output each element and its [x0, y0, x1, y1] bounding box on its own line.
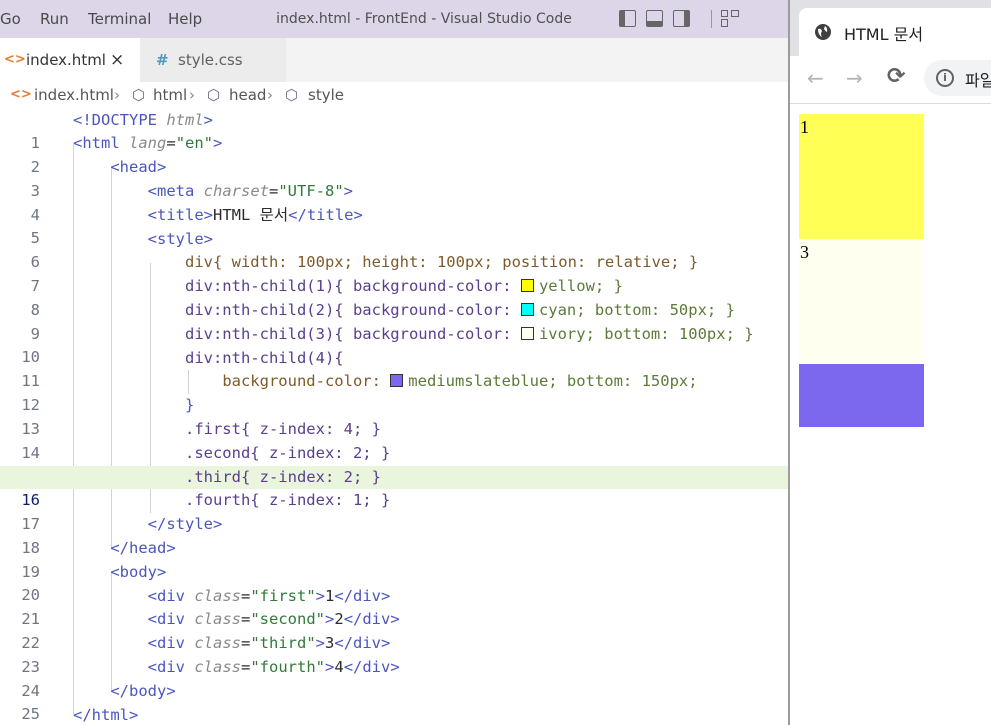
code-editor[interactable]: 1 <!DOCTYPE html> 2 <html lang="en"> 3 <… — [0, 108, 788, 725]
div-fourth-box — [799, 364, 924, 427]
editor-tab-bar: <> index.html × # style.css — [0, 38, 788, 82]
info-icon[interactable]: i — [936, 69, 954, 87]
address-bar[interactable]: i 파일 — [924, 60, 991, 96]
code-line: 14 .first{ z-index: 4; } — [21, 419, 381, 462]
close-icon[interactable]: × — [110, 38, 124, 82]
code-line: 7 div{ width: 100px; height: 100px; posi… — [30, 253, 699, 296]
tab-index-html[interactable]: <> index.html × — [0, 38, 140, 82]
element-cube-icon: ⬡ — [132, 86, 146, 104]
element-cube-icon: ⬡ — [207, 86, 221, 104]
code-line: 9 div:nth-child(2){ background-color: cy… — [30, 300, 735, 343]
color-swatch-mediumslateblue[interactable] — [390, 374, 404, 388]
css-file-icon: # — [156, 51, 169, 69]
forward-arrow-icon[interactable]: → — [846, 66, 863, 90]
div-third-box: 3 — [799, 239, 924, 364]
browser-tab-strip: HTML 문서 — [790, 0, 991, 56]
browser-window: HTML 문서 ← → ⟳ i 파일 1 3 — [790, 0, 991, 725]
chevron-right-icon: › — [114, 86, 120, 104]
code-line: 3 <head> — [30, 158, 167, 200]
code-line: 4 <meta charset="UTF-8"> — [30, 181, 354, 224]
code-line: 21 <div class="first">1</div> — [21, 586, 391, 629]
toggle-primary-sidebar-icon[interactable] — [619, 10, 636, 27]
globe-icon — [815, 24, 831, 40]
code-line: 23 <div class="third">3</div> — [21, 634, 391, 676]
tab-style-css[interactable]: # style.css — [140, 38, 286, 82]
toggle-secondary-sidebar-icon[interactable] — [673, 10, 690, 27]
browser-tab-title: HTML 문서 — [844, 25, 924, 44]
color-swatch-cyan[interactable] — [520, 302, 534, 316]
code-line: 25 </body> — [21, 681, 176, 724]
chevron-right-icon: › — [189, 86, 195, 104]
code-line: 20 <body> — [21, 562, 167, 605]
element-cube-icon: ⬡ — [285, 86, 299, 104]
code-line: 22 <div class="second">2</div> — [21, 610, 400, 653]
back-arrow-icon[interactable]: ← — [807, 66, 824, 90]
code-line: 17 .fourth{ z-index: 1; } — [21, 491, 391, 534]
code-line: 19 </head> — [21, 538, 176, 581]
titlebar-separator — [711, 10, 712, 28]
code-line: 18 </style> — [21, 515, 223, 557]
code-line-active: 16 .third{ z-index: 2; } — [0, 465, 788, 509]
page-viewport: 1 3 — [790, 105, 991, 725]
chevron-right-icon: › — [267, 86, 273, 104]
code-line: 6 <style> — [30, 229, 213, 272]
color-swatch-ivory[interactable] — [520, 326, 534, 340]
customize-layout-icon[interactable] — [721, 10, 739, 28]
browser-toolbar: ← → ⟳ i 파일 — [790, 56, 991, 104]
breadcrumb: <> index.html › ⬡ html › ⬡ head › ⬡ styl… — [0, 82, 788, 108]
reload-icon[interactable]: ⟳ — [887, 64, 905, 89]
html-file-icon: <> — [10, 87, 32, 102]
title-bar: Go Run Terminal Help index.html - FrontE… — [0, 0, 788, 38]
code-line: 1 <!DOCTYPE html> — [30, 110, 214, 153]
code-line: 5 <title>HTML 문서</title> — [30, 205, 363, 248]
color-swatch-yellow[interactable] — [520, 279, 534, 293]
breadcrumb-item-file[interactable]: index.html — [34, 82, 114, 108]
code-line: 15 .second{ z-index: 2; } — [21, 443, 391, 486]
code-line: 24 <div class="fourth">4</div> — [21, 657, 400, 700]
div-first-box: 1 — [799, 114, 924, 239]
tab-label: index.html — [26, 51, 106, 69]
code-line: 11 div:nth-child(4){ — [21, 348, 344, 391]
breadcrumb-item-html[interactable]: html — [153, 82, 187, 108]
html-file-icon: <> — [4, 52, 26, 67]
code-line: 12 background-color: mediumslateblue; bo… — [21, 372, 698, 415]
browser-tab[interactable]: HTML 문서 — [799, 8, 991, 56]
tab-label: style.css — [178, 51, 243, 69]
breadcrumb-item-style[interactable]: style — [308, 82, 344, 108]
code-line: 10 div:nth-child(3){ background-color: i… — [21, 324, 754, 367]
code-line: 26 </html> — [73, 705, 139, 724]
toggle-panel-icon[interactable] — [646, 10, 663, 27]
window-title: index.html - FrontEnd - Visual Studio Co… — [276, 11, 572, 27]
code-line: 8 div:nth-child(1){ background-color: ye… — [30, 277, 623, 319]
address-text: 파일 — [965, 71, 991, 90]
code-line: 13 } — [21, 396, 195, 438]
vscode-window: Go Run Terminal Help index.html - FrontE… — [0, 0, 788, 725]
breadcrumb-item-head[interactable]: head — [229, 82, 266, 108]
code-line: 2 <html lang="en"> — [30, 134, 223, 177]
